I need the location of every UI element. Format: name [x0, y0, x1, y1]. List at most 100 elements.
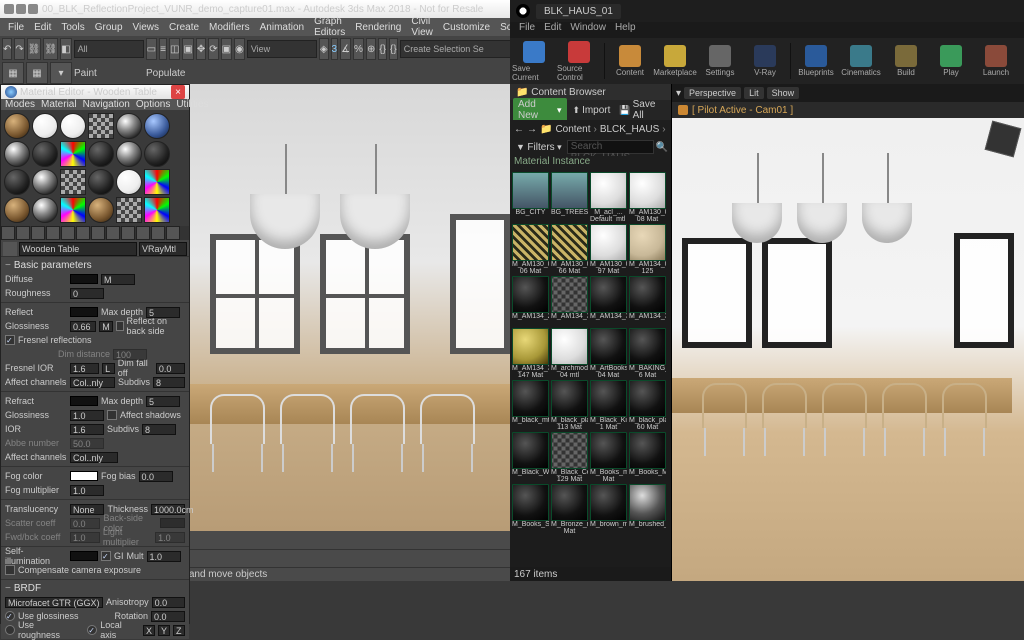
mat-menu-utilities[interactable]: Utilities: [176, 99, 208, 110]
asset-grid[interactable]: BG_CITYBG_TREESM_acl_... Default_mtl_brd…: [510, 170, 671, 567]
unreal-menubar[interactable]: FileEditWindowHelp: [510, 22, 1024, 38]
redo-button[interactable]: ↷: [14, 38, 24, 60]
snap3-button[interactable]: 3: [331, 38, 339, 60]
affect-shadows-checkbox[interactable]: [107, 410, 117, 420]
material-slot[interactable]: [88, 169, 114, 195]
asset-item[interactable]: M_AM134_24_shoe_01_mtl_brdf_Mat: [512, 276, 549, 326]
go-sibling-button[interactable]: [166, 226, 180, 240]
material-slot[interactable]: [88, 113, 114, 139]
asset-item[interactable]: M_Black_Wood_mtl_brdf_14_Mat: [512, 432, 549, 482]
menu-create[interactable]: Create: [165, 22, 203, 33]
asset-item[interactable]: M_Bronze_mtl_brdf_40 Mat: [551, 484, 588, 534]
reflect-backside-checkbox[interactable]: [116, 321, 124, 331]
undo-button[interactable]: ↶: [2, 38, 12, 60]
backcolor-swatch[interactable]: [160, 518, 185, 528]
refract-affect-dropdown[interactable]: Col..nly: [70, 452, 118, 463]
translucency-type-dropdown[interactable]: None: [70, 504, 104, 515]
asset-item[interactable]: M_AM130_035_007_mtl_brdf 97 Mat: [590, 224, 627, 274]
rotation-spinner[interactable]: 0.0: [151, 611, 185, 622]
cine-button[interactable]: Cinematics: [839, 39, 883, 83]
menu-customize[interactable]: Customize: [439, 22, 494, 33]
make-copy-button[interactable]: [61, 226, 75, 240]
material-slot[interactable]: [88, 197, 114, 223]
forward-button[interactable]: →: [527, 124, 537, 135]
3dsmax-viewport[interactable]: [190, 84, 510, 531]
material-slot[interactable]: [32, 141, 58, 167]
glossiness-spinner[interactable]: 0.66: [70, 321, 96, 332]
menu-civilview[interactable]: Civil View: [407, 16, 437, 38]
material-slot[interactable]: [144, 169, 170, 195]
placement-button[interactable]: ◉: [234, 38, 245, 60]
asset-item[interactable]: M_brown_mtl_mtl_brdf_75_Mat: [590, 484, 627, 534]
material-slot[interactable]: [32, 113, 58, 139]
fwdback-spinner[interactable]: 1.0: [70, 532, 100, 543]
show-end-button[interactable]: [136, 226, 150, 240]
ribbon-graphite-button[interactable]: ▦: [26, 62, 48, 84]
settings-button[interactable]: Settings: [698, 39, 742, 83]
mat-menu-navigation[interactable]: Navigation: [83, 99, 130, 110]
material-slot[interactable]: [32, 169, 58, 195]
mat-menu-options[interactable]: Options: [136, 99, 170, 110]
asset-item[interactable]: M_Black_Kitchen_mtl_brdf 1 Mat: [590, 380, 627, 430]
put-library-button[interactable]: [91, 226, 105, 240]
section-header[interactable]: Basic parameters: [5, 259, 185, 272]
snap-percent-button[interactable]: %: [353, 38, 364, 60]
viewmode-perspective[interactable]: Perspective: [684, 87, 741, 99]
material-slot[interactable]: [4, 169, 30, 195]
fogmult-spinner[interactable]: 1.0: [70, 485, 104, 496]
subdivs-spinner[interactable]: 8: [153, 377, 185, 388]
compensate-checkbox[interactable]: [5, 565, 15, 575]
ribbon-paint-label[interactable]: Paint: [74, 68, 144, 79]
bind-button[interactable]: ◧: [60, 38, 71, 60]
aniso-spinner[interactable]: 0.0: [152, 597, 185, 608]
abbe-spinner[interactable]: 50.0: [70, 438, 104, 449]
get-material-button[interactable]: [1, 226, 15, 240]
use-gloss-radio[interactable]: [5, 611, 15, 621]
3dsmax-menubar[interactable]: FileEditToolsGroupViewsCreateModifiersAn…: [0, 18, 510, 36]
pilot-active-bar[interactable]: [ Pilot Active - Cam01 ]: [672, 102, 1024, 118]
snap-angle-button[interactable]: ∡: [340, 38, 351, 60]
material-slot[interactable]: [60, 141, 86, 167]
play-button[interactable]: Play: [929, 39, 973, 83]
snap-spinner-button[interactable]: ⊕: [366, 38, 376, 60]
brdf-type-dropdown[interactable]: Microfacet GTR (GGX): [5, 597, 103, 608]
material-slot[interactable]: [60, 197, 86, 223]
asset-item[interactable]: BG_TREES: [551, 172, 588, 222]
assign-button[interactable]: [31, 226, 45, 240]
named-selection-dropdown[interactable]: Create Selection Se: [400, 40, 520, 58]
mat-menu-modes[interactable]: Modes: [5, 99, 35, 110]
gi-checkbox[interactable]: [101, 551, 111, 561]
filters-button[interactable]: ▼ Filters ▾: [513, 142, 565, 153]
material-slot[interactable]: [88, 141, 114, 167]
fresnel-ior-spinner[interactable]: 1.6: [70, 363, 99, 374]
search-input[interactable]: Search BLCK_HAUS: [567, 140, 654, 154]
menu-group[interactable]: Group: [91, 22, 127, 33]
go-parent-button[interactable]: [151, 226, 165, 240]
mult-spinner[interactable]: 1.0: [147, 551, 181, 562]
select-region-button[interactable]: ◫: [169, 38, 180, 60]
close-button[interactable]: ×: [171, 85, 185, 99]
axis-y[interactable]: Y: [158, 625, 170, 636]
viewport-options-button[interactable]: ▾: [676, 88, 681, 99]
menu-grapheditors[interactable]: Graph Editors: [310, 16, 349, 38]
material-slot[interactable]: [144, 141, 170, 167]
material-editor-menu[interactable]: ModesMaterialNavigationOptionsUtilities: [1, 99, 189, 110]
asset-item[interactable]: M_AM134_06_paper_bag_mtl_brdf 125: [629, 224, 666, 274]
selfillum-swatch[interactable]: [70, 551, 98, 561]
asset-item[interactable]: M_AM134_36_sticker_mtl_brdf 147 Mat: [512, 328, 549, 378]
material-slot[interactable]: [144, 197, 170, 223]
asset-item[interactable]: M_AM134_36_bottle_glass_white_mtl: [629, 276, 666, 326]
unreal-titlebar[interactable]: BLK_HAUS_01: [510, 0, 1024, 22]
menu-views[interactable]: Views: [129, 22, 164, 33]
named-sel-1-button[interactable]: {}: [378, 38, 387, 60]
material-name-dropdown[interactable]: Wooden Table: [19, 242, 137, 256]
save-all-button[interactable]: 💾 Save All: [616, 99, 668, 121]
ref-coord-dropdown[interactable]: View: [247, 40, 317, 58]
asset-item[interactable]: M_black_plastic_mtl_brdf 60 Mat: [629, 380, 666, 430]
material-slot[interactable]: [60, 169, 86, 195]
asset-item[interactable]: M_Books_mtl_brdf_102 Mat: [590, 432, 627, 482]
unreal-viewport[interactable]: [672, 118, 1024, 581]
material-slot[interactable]: [144, 113, 170, 139]
menu-edit[interactable]: Edit: [30, 22, 55, 33]
asset-item[interactable]: M_Books_Main_Shelf_Test_mtl_brdf: [629, 432, 666, 482]
